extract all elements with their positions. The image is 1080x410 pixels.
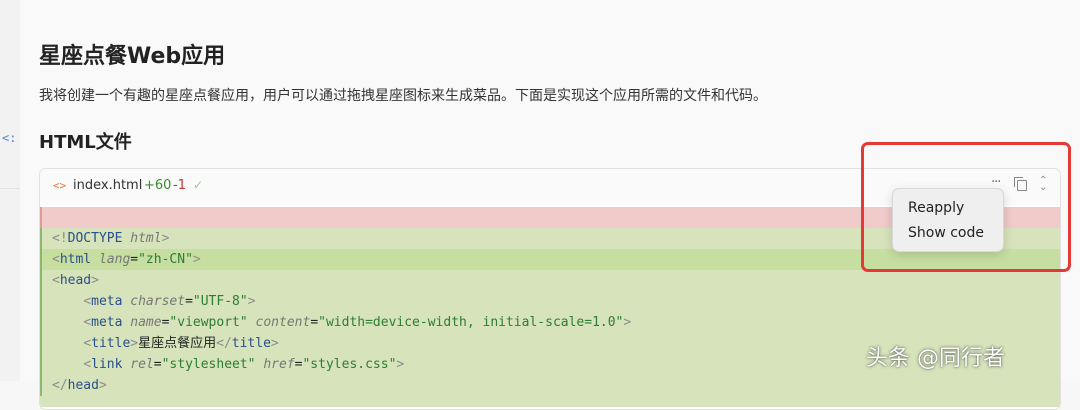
code-token: = [130, 252, 139, 267]
menu-item-show-code[interactable]: Show code [908, 225, 984, 241]
code-token: title [231, 336, 271, 351]
code-line: <meta charset="UTF-8"> [40, 291, 1060, 312]
code-token: > [98, 378, 107, 393]
diff-marker [40, 291, 42, 312]
code-glyph: <: [2, 131, 17, 145]
code-token: name [130, 315, 162, 330]
code-text: <meta name="viewport" content="width=dev… [52, 312, 631, 333]
diff-marker [40, 249, 42, 270]
code-token: meta [91, 315, 131, 330]
code-token: > [192, 252, 201, 267]
watermark: 头条 @同行者 [866, 346, 1005, 371]
code-token: < [83, 357, 92, 372]
code-token: html [130, 231, 162, 246]
code-token: "stylesheet" [161, 357, 264, 372]
page-title: 星座点餐Web应用 [39, 44, 226, 69]
code-token: < [52, 252, 60, 267]
diff-marker [40, 228, 42, 249]
code-token: < [52, 273, 60, 288]
diff-marker [40, 375, 42, 396]
gutter-divider [0, 188, 20, 189]
code-token: </ [52, 378, 68, 393]
code-token: > [270, 336, 279, 351]
code-token: "styles.css" [302, 357, 397, 372]
diff-marker [40, 207, 42, 228]
code-token: lang [98, 252, 131, 267]
filename[interactable]: index.html [73, 178, 142, 193]
code-token: = [310, 315, 319, 330]
code-text: <html lang="zh-CN"> [52, 249, 201, 270]
code-token: > [396, 357, 405, 372]
code-token: > [161, 231, 170, 246]
code-token: meta [91, 294, 131, 309]
diff-marker [40, 270, 42, 291]
code-line: </head> [40, 375, 1060, 396]
diff-marker [40, 354, 42, 375]
code-token: <! [52, 231, 68, 246]
code-token: "zh-CN" [138, 252, 193, 267]
code-token: link [91, 357, 131, 372]
code-token: > [247, 294, 256, 309]
diff-marker [40, 333, 42, 354]
html-file-icon: <> [53, 179, 67, 192]
code-token: "width=device-width, initial-scale=1.0" [318, 315, 624, 330]
code-text: <title>星座点餐应用</title> [52, 333, 279, 354]
lines-removed-count: -1 [173, 178, 186, 193]
code-token: head [67, 378, 99, 393]
code-text: <link rel="stylesheet" href="styles.css"… [52, 354, 404, 375]
code-token: "UTF-8" [192, 294, 248, 309]
code-token: = [185, 294, 193, 309]
code-token: 星座点餐应用 [138, 336, 217, 351]
code-token: </ [216, 336, 232, 351]
lines-added-count: +60 [144, 178, 172, 193]
code-line: <head> [40, 270, 1060, 291]
context-menu: Reapply Show code [892, 188, 1004, 252]
check-icon: ✓ [193, 178, 204, 192]
code-token: rel [130, 357, 154, 372]
code-token: > [623, 315, 632, 330]
code-token: DOCTYPE [67, 231, 131, 246]
code-token: > [130, 336, 139, 351]
code-token: < [83, 294, 92, 309]
code-token: = [153, 357, 162, 372]
code-token: href [263, 357, 295, 372]
code-token: < [83, 315, 92, 330]
code-text: <meta charset="UTF-8"> [52, 291, 256, 312]
code-token: html [59, 252, 99, 267]
page-description: 我将创建一个有趣的星座点餐应用，用户可以通过拖拽星座图标来生成菜品。下面是实现这… [39, 88, 767, 104]
left-gutter: <: [0, 0, 20, 381]
code-token: charset [130, 294, 186, 309]
code-line: <meta name="viewport" content="width=dev… [40, 312, 1060, 333]
code-text: </head> [52, 375, 107, 396]
code-token: title [91, 336, 131, 351]
code-text: <head> [52, 270, 99, 291]
diff-marker [40, 312, 42, 333]
code-text: <!DOCTYPE html> [52, 228, 169, 249]
code-token: head [59, 273, 92, 288]
section-heading: HTML文件 [39, 132, 132, 153]
menu-item-reapply[interactable]: Reapply [908, 200, 964, 216]
code-token: > [91, 273, 99, 288]
code-token: < [83, 336, 92, 351]
code-token: "viewport" [169, 315, 256, 330]
code-token: content [255, 315, 311, 330]
